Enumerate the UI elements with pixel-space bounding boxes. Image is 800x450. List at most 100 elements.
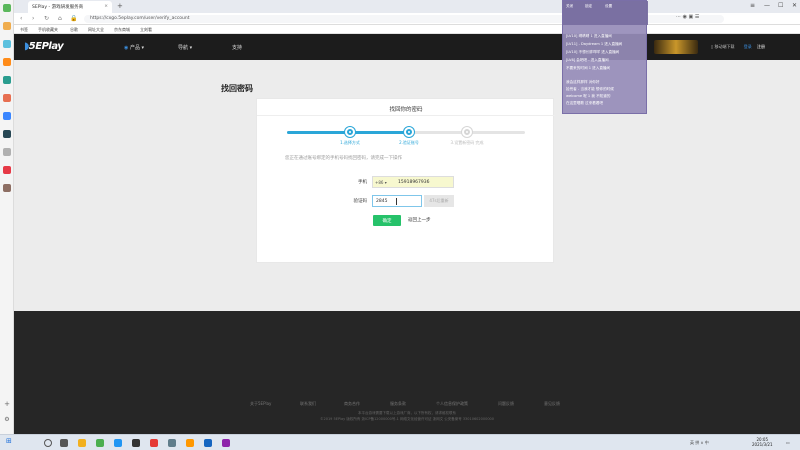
notes-icon[interactable]: [3, 130, 11, 138]
store-icon[interactable]: [3, 184, 11, 192]
site-logo[interactable]: ◗5EPlay: [24, 41, 64, 52]
card-title: 找回你的密码: [389, 107, 423, 113]
video-icon[interactable]: [3, 94, 11, 102]
bookmark-item[interactable]: 谷歌: [70, 27, 78, 33]
mobile-download-link[interactable]: 移动端下载: [714, 44, 734, 49]
page-title: 找回密码: [221, 84, 253, 93]
step-label-3: 3.设置新密码 完成: [450, 140, 484, 145]
bookmark-item[interactable]: 立刻看: [140, 27, 152, 33]
footer-link[interactable]: 问题反馈: [498, 401, 514, 407]
login-link[interactable]: 登录: [744, 44, 752, 49]
recovery-card: 找回你的密码 1.选择方式 2.验证账号 3.设置新密码 完成 您正在通过账号绑…: [256, 98, 555, 263]
chat-line: [LV11] - Daydream 1 进入直播间: [566, 42, 623, 46]
bookmark-item[interactable]: 网址大全: [88, 27, 104, 33]
phone-number: 15918967936: [398, 180, 430, 185]
tab-title: SEPlay - 游戏研发服务商: [32, 5, 84, 10]
chat-line: 拾荒者 - 当我才能 想你的时候: [566, 87, 614, 91]
phone-label: 手机: [358, 180, 367, 185]
close-tab-icon[interactable]: ×: [104, 4, 108, 9]
game-icon[interactable]: [3, 58, 11, 66]
footer-license: ©2019 5EPlay 版权所有 浙ICP备12000000号-1 网络文化经…: [320, 417, 494, 421]
add-icon[interactable]: +: [3, 400, 11, 408]
overlay-lock[interactable]: 锁定: [585, 4, 592, 9]
verification-code-input[interactable]: 2845: [372, 195, 422, 207]
home-icon[interactable]: ⌂: [58, 15, 62, 22]
app-taskbar-icon[interactable]: [132, 439, 140, 447]
step-dot-2: [404, 127, 414, 137]
tools-icon[interactable]: [3, 148, 11, 156]
site-header: ◗5EPlay ◉ 产品 ▾ 导航 ▾ 支持 ▯ 移动端下载 登录 注册: [14, 34, 800, 60]
shop-icon[interactable]: [3, 166, 11, 174]
country-code-select[interactable]: +86 ▾: [375, 180, 387, 185]
footer-link[interactable]: 意见反馈: [544, 401, 560, 407]
overlay-settings[interactable]: 设置: [605, 4, 612, 9]
app-taskbar-icon[interactable]: [114, 439, 122, 447]
settings-icon[interactable]: ⚙: [3, 416, 11, 424]
bookmark-item[interactable]: 书签: [20, 27, 28, 33]
chat-line: 在这里唱歌 过来看看吧: [566, 101, 604, 105]
chat-line: [LV6] 会吧吧 - 进入直播间: [566, 58, 609, 62]
app-taskbar-icon[interactable]: [150, 439, 158, 447]
window-menu-icon[interactable]: ≡: [750, 2, 755, 9]
notification-icon[interactable]: ▭: [786, 440, 790, 445]
live-chat-overlay[interactable]: 关闭 锁定 设置 [LV10] 晴晴晴 1 进入直播间 [LV11] - Day…: [562, 0, 648, 114]
forward-icon[interactable]: ›: [32, 15, 34, 22]
bookmark-item[interactable]: 京东商城: [114, 27, 130, 33]
bookmark-item[interactable]: 手机收藏夹: [38, 27, 58, 33]
chat-line: welcome 呢 1 我 不知道的: [566, 94, 611, 98]
task-view-icon[interactable]: [60, 439, 68, 447]
overlay-close[interactable]: 关闭: [566, 4, 573, 9]
code-label: 验证码: [353, 199, 368, 204]
bookmarks-bar: 书签 手机收藏夹 谷歌 网址大全 京东商城 立刻看: [14, 25, 800, 34]
nav-navigation[interactable]: 导航 ▾: [178, 44, 192, 51]
favorites-icon[interactable]: [3, 22, 11, 30]
confirm-button[interactable]: 确定: [373, 215, 401, 226]
chat-line: [LV10] 晴晴晴 1 进入直播间: [566, 34, 612, 38]
chat-line: 不要来的时间 1 进入直播间: [566, 66, 611, 70]
divider: [257, 115, 555, 116]
chat-line: 我会这样那样 对你好: [566, 80, 600, 84]
register-link[interactable]: 注册: [757, 44, 765, 49]
resend-code-button[interactable]: 47s后重新: [424, 195, 454, 207]
step-dot-1: [345, 127, 355, 137]
footer-copyright: 本平台游戏需要下载以上游戏厂商，以下所有权，请求维权联系: [358, 411, 456, 415]
back-step-link[interactable]: 返回上一步: [408, 217, 431, 223]
minimize-icon[interactable]: —: [764, 2, 770, 9]
new-tab-button[interactable]: +: [117, 2, 123, 10]
footer-link[interactable]: 联系我们: [300, 401, 316, 407]
clock-date: 2021/3/21: [752, 442, 773, 447]
instruction-text: 您正在通过账号绑定的手机号码找回密码，请完成一下操作: [285, 156, 402, 161]
app-taskbar-icon[interactable]: [222, 439, 230, 447]
mail-icon[interactable]: [3, 40, 11, 48]
file-explorer-icon[interactable]: [78, 439, 86, 447]
refresh-icon[interactable]: ↻: [44, 15, 49, 22]
app-taskbar-icon[interactable]: [186, 439, 194, 447]
phone-field[interactable]: +86 ▾ 15918967936: [372, 176, 454, 188]
clock[interactable]: 20:05 2021/3/21: [752, 437, 773, 447]
browser-toolbar-icons[interactable]: ⋯ ◉ ▣ ☰: [676, 14, 699, 20]
browser-taskbar-icon[interactable]: [96, 439, 104, 447]
footer-link[interactable]: 商务合作: [344, 401, 360, 407]
code-value: 2845: [376, 199, 388, 204]
back-icon[interactable]: ‹: [20, 15, 22, 22]
footer-link[interactable]: 关于5EPlay: [250, 401, 271, 407]
browser-sidebar: + ⚙: [0, 0, 14, 434]
chat-icon[interactable]: [3, 76, 11, 84]
music-icon[interactable]: [3, 112, 11, 120]
header-right: ▯ 移动端下载 登录 注册: [711, 44, 765, 50]
windows-start-icon[interactable]: ⊞: [6, 437, 12, 445]
overlay-toolbar: 关闭 锁定 设置: [563, 1, 648, 25]
nav-support[interactable]: 支持: [232, 44, 242, 51]
promo-banner[interactable]: [654, 40, 698, 54]
footer-link[interactable]: 服务条款: [390, 401, 406, 407]
app-taskbar-icon[interactable]: [204, 439, 212, 447]
browser-tab[interactable]: SEPlay - 游戏研发服务商 ×: [28, 1, 112, 13]
app-taskbar-icon[interactable]: [168, 439, 176, 447]
search-icon[interactable]: [44, 439, 52, 447]
close-window-icon[interactable]: ✕: [792, 2, 797, 9]
system-tray[interactable]: 英 拼 ∧ 中: [690, 440, 709, 446]
nav-products[interactable]: ◉ 产品 ▾: [124, 44, 144, 51]
maximize-icon[interactable]: ☐: [778, 2, 783, 9]
app-icon[interactable]: [3, 4, 11, 12]
footer-link[interactable]: 个人信息保护政策: [436, 401, 468, 407]
